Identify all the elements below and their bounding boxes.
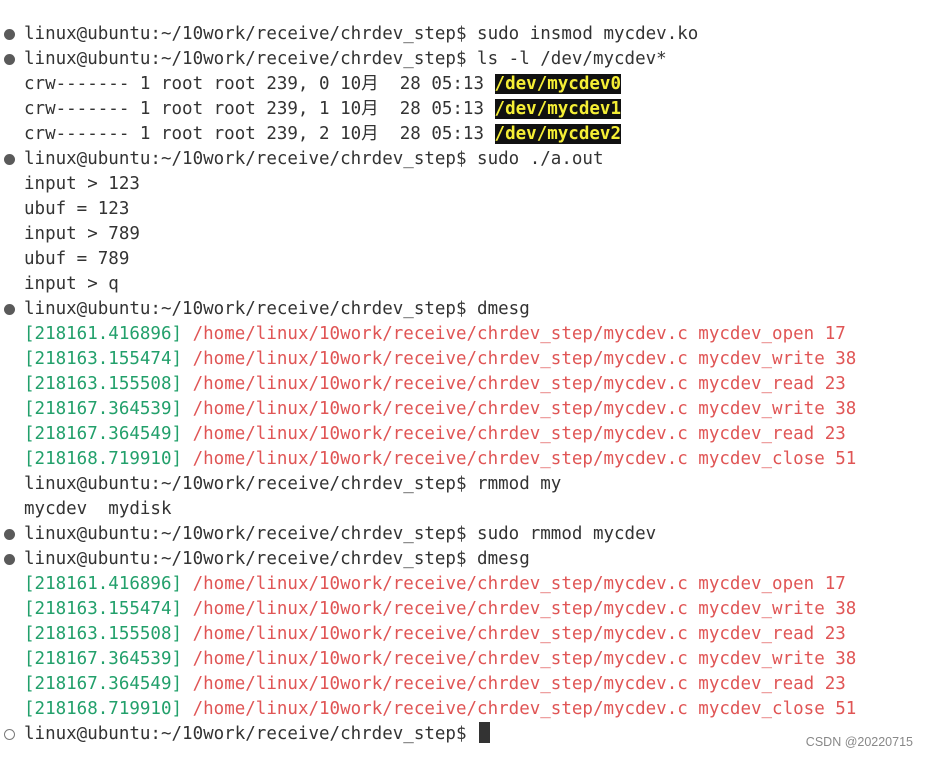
device-name: /dev/mycdev1 (494, 99, 621, 119)
program-output: input > q (24, 274, 119, 294)
ls-meta: crw------- 1 root root 239, 2 10月 28 05:… (24, 124, 495, 144)
dmesg-row: [218167.364549] /home/linux/10work/recei… (0, 422, 929, 447)
dmesg-row: [218161.416896] /home/linux/10work/recei… (0, 572, 929, 597)
command-text: sudo ./a.out (466, 149, 604, 169)
active-prompt-line[interactable]: linux@ubuntu:~/10work/receive/chrdev_ste… (0, 722, 929, 747)
ls-meta: crw------- 1 root root 239, 1 10月 28 05:… (24, 99, 495, 119)
ls-output-row: crw------- 1 root root 239, 1 10月 28 05:… (0, 97, 929, 122)
prompt: linux@ubuntu:~/10work/receive/chrdev_ste… (24, 724, 467, 744)
command-line: linux@ubuntu:~/10work/receive/chrdev_ste… (0, 147, 929, 172)
dmesg-message: /home/linux/10work/receive/chrdev_step/m… (182, 374, 846, 394)
dmesg-timestamp: [218163.155474] (24, 349, 183, 369)
ls-output-row: crw------- 1 root root 239, 2 10月 28 05:… (0, 122, 929, 147)
terminal-output[interactable]: linux@ubuntu:~/10work/receive/chrdev_ste… (0, 22, 929, 747)
command-status-dot-icon (4, 554, 15, 565)
dmesg-timestamp: [218163.155508] (24, 624, 183, 644)
command-pending-dot-icon (4, 729, 15, 740)
dmesg-message: /home/linux/10work/receive/chrdev_step/m… (182, 349, 857, 369)
command-text: rmmod my (466, 474, 562, 494)
program-output: input > 789 (24, 224, 140, 244)
command-status-dot-icon (4, 304, 15, 315)
dmesg-row: [218163.155508] /home/linux/10work/recei… (0, 372, 929, 397)
dmesg-timestamp: [218167.364539] (24, 399, 183, 419)
dmesg-message: /home/linux/10work/receive/chrdev_step/m… (182, 649, 857, 669)
watermark: CSDN @20220715 (805, 735, 913, 749)
dmesg-row: [218168.719910] /home/linux/10work/recei… (0, 697, 929, 722)
prompt: linux@ubuntu:~/10work/receive/chrdev_ste… (24, 524, 467, 544)
dmesg-timestamp: [218168.719910] (24, 449, 183, 469)
prompt: linux@ubuntu:~/10work/receive/chrdev_ste… (24, 549, 467, 569)
dmesg-timestamp: [218167.364549] (24, 674, 183, 694)
command-status-dot-icon (4, 54, 15, 65)
command-input[interactable] (467, 724, 478, 744)
dmesg-timestamp: [218167.364549] (24, 424, 183, 444)
dmesg-message: /home/linux/10work/receive/chrdev_step/m… (182, 599, 857, 619)
dmesg-message: /home/linux/10work/receive/chrdev_step/m… (182, 699, 857, 719)
dmesg-row: [218163.155508] /home/linux/10work/recei… (0, 622, 929, 647)
dmesg-timestamp: [218161.416896] (24, 324, 183, 344)
command-text: ls -l /dev/mycdev* (466, 49, 667, 69)
command-line: linux@ubuntu:~/10work/receive/chrdev_ste… (0, 547, 929, 572)
device-name: /dev/mycdev0 (494, 74, 621, 94)
dmesg-row: [218167.364539] /home/linux/10work/recei… (0, 397, 929, 422)
command-line: linux@ubuntu:~/10work/receive/chrdev_ste… (0, 522, 929, 547)
command-status-dot-icon (4, 529, 15, 540)
prompt: linux@ubuntu:~/10work/receive/chrdev_ste… (24, 149, 467, 169)
ls-meta: crw------- 1 root root 239, 0 10月 28 05:… (24, 74, 495, 94)
dmesg-row: [218161.416896] /home/linux/10work/recei… (0, 322, 929, 347)
command-line: linux@ubuntu:~/10work/receive/chrdev_ste… (0, 22, 929, 47)
ls-output-row: crw------- 1 root root 239, 0 10月 28 05:… (0, 72, 929, 97)
tab-completion-output: mycdev mydisk (24, 499, 172, 519)
dmesg-message: /home/linux/10work/receive/chrdev_step/m… (182, 449, 857, 469)
dmesg-timestamp: [218163.155508] (24, 374, 183, 394)
command-text: sudo rmmod mycdev (466, 524, 657, 544)
command-line: linux@ubuntu:~/10work/receive/chrdev_ste… (0, 472, 929, 497)
dmesg-timestamp: [218168.719910] (24, 699, 183, 719)
device-name: /dev/mycdev2 (494, 124, 621, 144)
prompt: linux@ubuntu:~/10work/receive/chrdev_ste… (24, 24, 467, 44)
dmesg-message: /home/linux/10work/receive/chrdev_step/m… (182, 674, 846, 694)
dmesg-row: [218163.155474] /home/linux/10work/recei… (0, 347, 929, 372)
text-cursor (479, 722, 491, 743)
dmesg-message: /home/linux/10work/receive/chrdev_step/m… (182, 424, 846, 444)
dmesg-row: [218167.364549] /home/linux/10work/recei… (0, 672, 929, 697)
dmesg-message: /home/linux/10work/receive/chrdev_step/m… (182, 574, 846, 594)
command-status-dot-icon (4, 154, 15, 165)
command-text: sudo insmod mycdev.ko (466, 24, 699, 44)
dmesg-message: /home/linux/10work/receive/chrdev_step/m… (182, 399, 857, 419)
dmesg-message: /home/linux/10work/receive/chrdev_step/m… (182, 624, 846, 644)
command-text: dmesg (466, 299, 530, 319)
command-text: dmesg (466, 549, 530, 569)
command-status-dot-icon (4, 29, 15, 40)
command-line: linux@ubuntu:~/10work/receive/chrdev_ste… (0, 47, 929, 72)
dmesg-timestamp: [218167.364539] (24, 649, 183, 669)
prompt: linux@ubuntu:~/10work/receive/chrdev_ste… (24, 474, 467, 494)
program-output: ubuf = 123 (24, 199, 130, 219)
program-output: input > 123 (24, 174, 140, 194)
dmesg-row: [218167.364539] /home/linux/10work/recei… (0, 647, 929, 672)
command-line: linux@ubuntu:~/10work/receive/chrdev_ste… (0, 297, 929, 322)
program-output: ubuf = 789 (24, 249, 130, 269)
prompt: linux@ubuntu:~/10work/receive/chrdev_ste… (24, 49, 467, 69)
dmesg-row: [218168.719910] /home/linux/10work/recei… (0, 447, 929, 472)
dmesg-timestamp: [218161.416896] (24, 574, 183, 594)
dmesg-row: [218163.155474] /home/linux/10work/recei… (0, 597, 929, 622)
prompt: linux@ubuntu:~/10work/receive/chrdev_ste… (24, 299, 467, 319)
dmesg-message: /home/linux/10work/receive/chrdev_step/m… (182, 324, 846, 344)
dmesg-timestamp: [218163.155474] (24, 599, 183, 619)
